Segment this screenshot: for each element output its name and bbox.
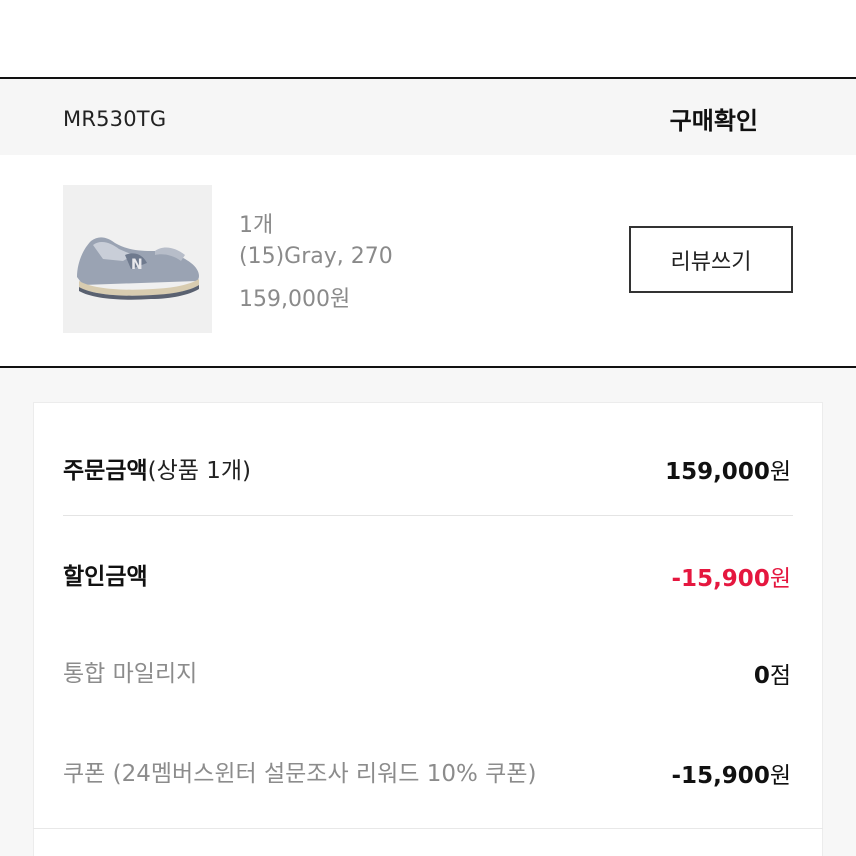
coupon-label: 쿠폰 (24멤버스윈터 설문조사 리워드 10% 쿠폰)	[63, 761, 537, 787]
order-amount-label: 주문금액	[63, 458, 148, 484]
sneaker-product-image[interactable]: N	[63, 185, 212, 333]
sneaker-icon: N	[63, 185, 212, 333]
mileage-number: 0	[753, 663, 770, 689]
write-review-button[interactable]: 리뷰쓰기	[629, 226, 793, 293]
order-amount-value: 159,000원	[665, 452, 791, 486]
card-bottom-divider	[33, 828, 823, 829]
previous-section-edge	[0, 0, 856, 79]
order-amount-row: 주문금액(상품 1개)	[63, 451, 251, 485]
item-price: 159,000원	[239, 287, 351, 312]
discount-label: 할인금액	[63, 564, 148, 590]
discount-value: -15,900원	[672, 559, 791, 593]
discount-number: -15,900	[671, 566, 770, 592]
purchase-confirm-button[interactable]: 구매확인	[670, 101, 758, 136]
mileage-label: 통합 마일리지	[63, 661, 198, 687]
coupon-unit: 원	[769, 763, 791, 789]
product-code: MR530TG	[63, 107, 167, 131]
discount-unit: 원	[769, 566, 791, 592]
order-amount-count: (상품 1개)	[147, 458, 252, 484]
order-amount-unit: 원	[769, 459, 791, 485]
cropped-text-fragment	[63, 0, 273, 4]
item-quantity: 1개	[239, 213, 274, 238]
mileage-value: 0점	[754, 656, 791, 690]
coupon-number: -15,900	[671, 763, 770, 789]
item-option: (15)Gray, 270	[239, 244, 393, 269]
svg-text:N: N	[131, 257, 143, 273]
coupon-value: -15,900원	[672, 756, 791, 790]
mileage-unit: 점	[769, 663, 791, 689]
order-amount-number: 159,000	[665, 459, 770, 485]
summary-divider	[63, 515, 793, 516]
